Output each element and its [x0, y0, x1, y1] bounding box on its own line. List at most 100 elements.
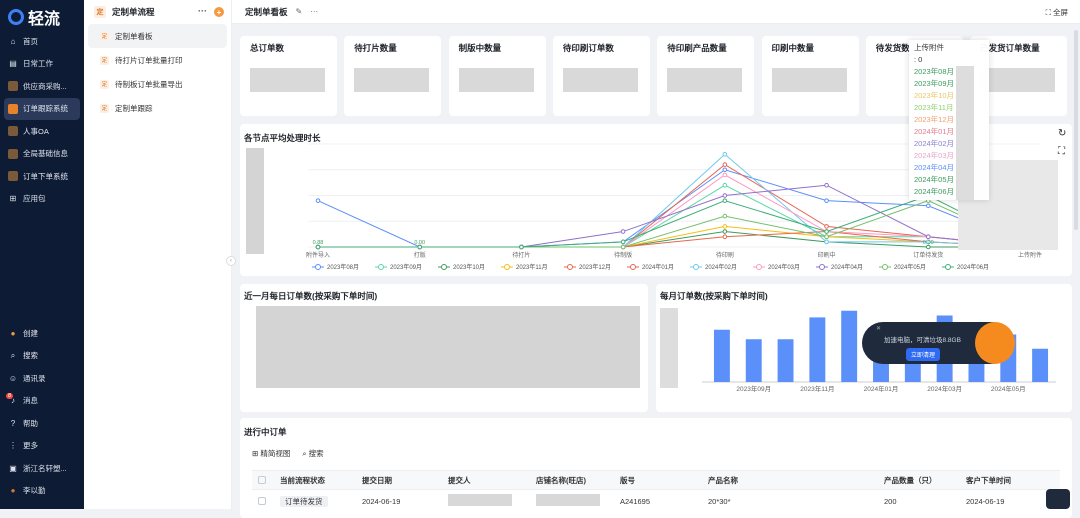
- nav-bottom-item[interactable]: ? 帮助: [0, 412, 84, 435]
- nav-bottom-label: 通讯录: [23, 373, 46, 383]
- legend-label[interactable]: 2024年05月: [894, 263, 926, 271]
- data-point[interactable]: [824, 182, 829, 188]
- expand-icon[interactable]: ⛶: [1058, 146, 1065, 157]
- table-row[interactable]: 订单待发货 2024-06-19 A241695 20*30* 200 2024-06-1…: [252, 492, 1060, 510]
- nav-item[interactable]: 全局基础信息: [0, 143, 84, 166]
- data-point[interactable]: [620, 239, 626, 245]
- nav-item[interactable]: ⊞ 应用包: [0, 188, 84, 211]
- legend-label[interactable]: 2023年08月: [327, 263, 359, 271]
- legend-marker[interactable]: [693, 264, 699, 270]
- data-point[interactable]: [722, 172, 728, 178]
- data-point[interactable]: [925, 203, 931, 209]
- nav-item-label: 订单下单系统: [23, 171, 68, 181]
- data-point[interactable]: [824, 198, 829, 203]
- nav-item[interactable]: 订单下单系统: [0, 165, 84, 188]
- data-point[interactable]: [315, 198, 321, 203]
- legend-marker[interactable]: [441, 264, 447, 270]
- daily-icon: ▤: [9, 59, 17, 69]
- data-point[interactable]: [722, 229, 728, 234]
- column-header[interactable]: 提交人: [448, 475, 536, 486]
- sub-nav-item[interactable]: 定定制单看板: [88, 24, 227, 48]
- legend-label[interactable]: 2024年03月: [768, 263, 800, 271]
- data-point[interactable]: [722, 182, 728, 188]
- column-header[interactable]: 店铺名称(旺店): [536, 475, 620, 486]
- sub-nav-item[interactable]: 定待制板订单批量导出: [88, 72, 227, 96]
- banner-button[interactable]: 立即清理: [906, 348, 941, 361]
- legend-label[interactable]: 2023年10月: [453, 263, 485, 271]
- select-all-checkbox[interactable]: [258, 476, 266, 484]
- bar[interactable]: [809, 317, 826, 382]
- search-button[interactable]: ⌕ 搜索: [302, 448, 323, 459]
- data-point[interactable]: [722, 152, 728, 157]
- legend-marker[interactable]: [567, 264, 573, 270]
- legend-marker[interactable]: [945, 264, 951, 270]
- legend-marker[interactable]: [756, 264, 762, 270]
- data-point[interactable]: [722, 198, 728, 203]
- column-header[interactable]: 产品数量（只）: [884, 475, 966, 486]
- row-checkbox[interactable]: [258, 497, 266, 505]
- nav-item[interactable]: ▤ 日常工作: [0, 53, 84, 76]
- data-point[interactable]: [620, 229, 626, 234]
- column-header[interactable]: 版号: [620, 475, 708, 486]
- nav-bottom-item[interactable]: ● 创建: [0, 322, 84, 345]
- nav-bottom-item[interactable]: ⌕ 搜索: [0, 345, 84, 368]
- legend-marker[interactable]: [315, 264, 321, 270]
- data-point[interactable]: [620, 244, 626, 250]
- legend-label[interactable]: 2023年11月: [516, 263, 548, 271]
- legend-label[interactable]: 2024年04月: [831, 263, 863, 271]
- scrollbar[interactable]: [1074, 30, 1078, 230]
- bar[interactable]: [777, 339, 794, 382]
- legend-marker[interactable]: [630, 264, 636, 270]
- column-header[interactable]: 提交日期: [362, 475, 448, 486]
- nav-item[interactable]: ⌂ 首页: [0, 30, 84, 53]
- legend-label[interactable]: 2024年06月: [957, 263, 989, 271]
- data-point[interactable]: [824, 239, 829, 245]
- data-point[interactable]: [824, 229, 829, 234]
- legend-marker[interactable]: [882, 264, 888, 270]
- nav-bottom-item[interactable]: ♪ 8 消息: [0, 390, 84, 413]
- legend-marker[interactable]: [819, 264, 825, 270]
- sub-nav-item[interactable]: 定待打片订单批量打印: [88, 48, 227, 72]
- column-header[interactable]: 当前流程状态: [280, 475, 362, 486]
- sub-nav-item[interactable]: 定定制单跟踪: [88, 96, 227, 120]
- nav-bottom-item[interactable]: ☺ 通讯录: [0, 367, 84, 390]
- column-header[interactable]: 产品名称: [708, 475, 884, 486]
- app-logo[interactable]: 轻流: [8, 5, 60, 29]
- nav-bottom-item[interactable]: ● 李以勤: [0, 480, 84, 503]
- nav-item[interactable]: 人事OA: [0, 120, 84, 143]
- bar[interactable]: [841, 310, 858, 382]
- nav-item[interactable]: 供应商采购...: [0, 75, 84, 98]
- refresh-icon[interactable]: ↻: [1058, 128, 1066, 139]
- data-point[interactable]: [722, 193, 728, 198]
- more-icon[interactable]: ···: [310, 7, 318, 16]
- bar[interactable]: [745, 339, 762, 382]
- data-point[interactable]: [722, 162, 728, 167]
- legend-marker[interactable]: [504, 264, 510, 270]
- more-icon[interactable]: ···: [198, 6, 207, 16]
- compact-view-button[interactable]: ⊞ 精简视图: [252, 448, 290, 459]
- data-point[interactable]: [722, 224, 728, 229]
- data-point[interactable]: [925, 234, 931, 239]
- legend-marker[interactable]: [378, 264, 384, 270]
- chat-icon[interactable]: [1046, 489, 1070, 509]
- bar[interactable]: [1032, 348, 1049, 382]
- legend-label[interactable]: 2023年12月: [579, 263, 611, 271]
- data-point[interactable]: [722, 167, 728, 173]
- legend-label[interactable]: 2024年02月: [705, 263, 737, 271]
- data-point[interactable]: [722, 213, 728, 219]
- legend-label[interactable]: 2023年09月: [390, 263, 422, 271]
- legend-label[interactable]: 2024年01月: [642, 263, 674, 271]
- data-point[interactable]: [722, 234, 728, 239]
- edit-icon[interactable]: ✎: [296, 7, 303, 16]
- data-point[interactable]: [519, 244, 524, 250]
- data-point[interactable]: [824, 234, 829, 239]
- fullscreen-button[interactable]: ⛶ 全屏: [1046, 7, 1068, 18]
- close-icon[interactable]: ✕: [876, 325, 881, 332]
- nav-item[interactable]: 订单跟踪系统: [4, 97, 80, 120]
- data-point[interactable]: [824, 224, 829, 229]
- nav-bottom-item[interactable]: ▣ 浙江名轩塑...: [0, 457, 84, 480]
- bar[interactable]: [713, 329, 730, 382]
- nav-bottom-item[interactable]: ⋮ 更多: [0, 435, 84, 458]
- column-header[interactable]: 客户下单时间: [966, 475, 1056, 486]
- add-icon[interactable]: +: [214, 7, 224, 17]
